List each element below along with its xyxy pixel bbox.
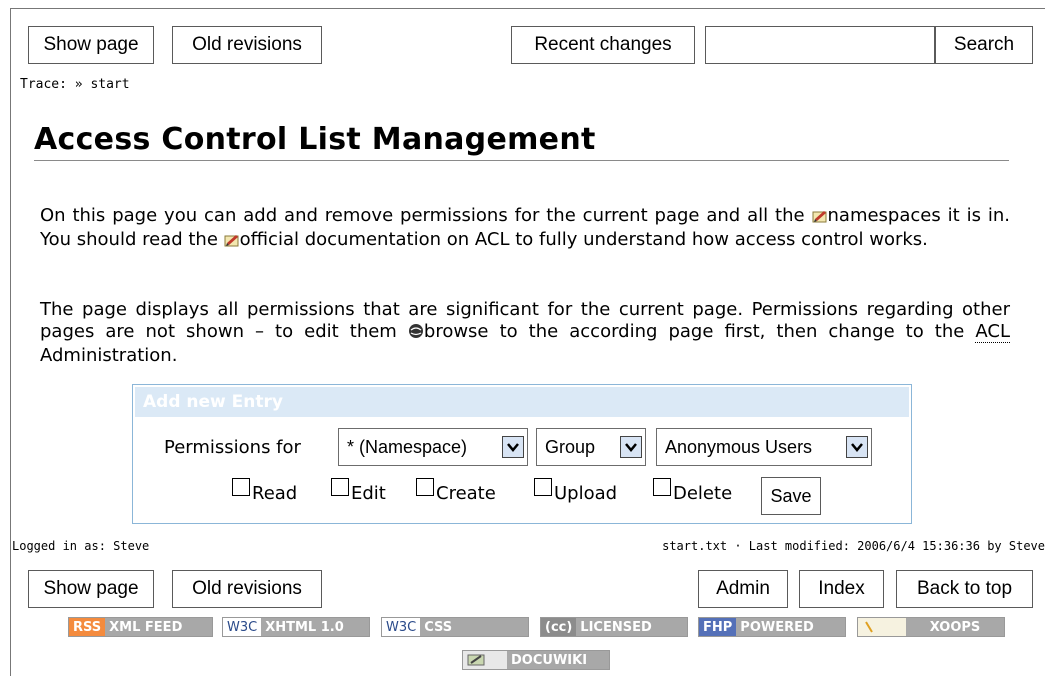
rss-feed-badge[interactable]: RSS XML FEED [68, 617, 213, 637]
old-revisions-button[interactable]: Old revisions [172, 26, 322, 64]
rss-badge-right: XML FEED [105, 618, 212, 636]
breadcrumb: Trace: » start [20, 77, 130, 92]
index-button[interactable]: Index [799, 570, 884, 608]
dokuwiki-badge-right: DOCUWIKI [507, 651, 609, 669]
bottom-old-revisions-button[interactable]: Old revisions [172, 570, 322, 608]
php-powered-badge[interactable]: FHP POWERED [698, 617, 846, 637]
upload-checkbox-label: Upload [554, 483, 618, 504]
info-text-3: Administration. [40, 345, 178, 366]
search-button[interactable]: Search [935, 26, 1033, 64]
css-badge-right: CSS [420, 618, 528, 636]
read-checkbox[interactable] [232, 478, 250, 496]
xoops-badge[interactable]: XOOPS [857, 617, 1005, 637]
logged-in-status: Logged in as: Steve [12, 539, 150, 553]
chevron-down-icon[interactable] [846, 436, 868, 458]
php-badge-right: POWERED [736, 618, 845, 636]
type-select-value: Group [545, 436, 596, 457]
back-to-top-button[interactable]: Back to top [896, 570, 1033, 608]
xoops-logo-icon [865, 621, 873, 633]
permissions-for-label: Permissions for [164, 437, 301, 458]
info-paragraph: The page displays all permissions that a… [40, 299, 1010, 367]
save-button[interactable]: Save [761, 477, 821, 515]
show-page-button[interactable]: Show page [28, 26, 154, 64]
delete-checkbox[interactable] [653, 478, 671, 496]
create-checkbox-label: Create [436, 483, 496, 504]
cc-badge-left: (cc) [541, 618, 577, 636]
delete-checkbox-label: Delete [673, 483, 733, 504]
scope-select-value: * (Namespace) [347, 436, 468, 457]
edit-checkbox[interactable] [331, 478, 349, 496]
css-badge-left: W3C [382, 618, 421, 636]
intro-text-1: On this page you can add and remove perm… [40, 205, 805, 226]
intro-paragraph: On this page you can add and remove perm… [40, 205, 1010, 253]
create-checkbox[interactable] [416, 478, 434, 496]
rss-badge-left: RSS [69, 618, 106, 636]
recent-changes-button[interactable]: Recent changes [511, 26, 695, 64]
xhtml-badge[interactable]: W3C XHTML 1.0 [222, 617, 370, 637]
page-title: Access Control List Management [34, 122, 596, 157]
cc-licensed-badge[interactable]: (cc) LICENSED [540, 617, 688, 637]
xoops-badge-left [858, 618, 906, 636]
upload-checkbox[interactable] [534, 478, 552, 496]
php-badge-left: FHP [699, 618, 737, 636]
xhtml-badge-left: W3C [223, 618, 262, 636]
namespaces-link[interactable]: namespaces [828, 205, 941, 226]
admin-button[interactable]: Admin [698, 570, 788, 608]
breadcrumb-separator: » [74, 77, 83, 92]
add-entry-heading: Add new Entry [135, 387, 909, 417]
scope-select[interactable]: * (Namespace) [338, 428, 528, 466]
wiki-link-icon [224, 231, 240, 253]
title-divider [34, 160, 1009, 161]
intro-text-3: to fully understand how access control w… [515, 229, 928, 250]
globe-icon [408, 323, 424, 345]
browse-link[interactable]: browse [424, 321, 489, 342]
who-select[interactable]: Anonymous Users [656, 428, 872, 466]
chevron-down-icon[interactable] [502, 436, 524, 458]
xoops-badge-right: XOOPS [906, 618, 1004, 636]
chevron-down-icon[interactable] [620, 436, 642, 458]
dokuwiki-badge[interactable]: DOCUWIKI [462, 650, 610, 670]
info-text-2: to the according page first, then change… [499, 321, 965, 342]
bottom-show-page-button[interactable]: Show page [28, 570, 154, 608]
xhtml-badge-right: XHTML 1.0 [261, 618, 369, 636]
edit-checkbox-label: Edit [351, 483, 386, 504]
dokuwiki-badge-left [463, 651, 507, 669]
wiki-link-icon [812, 207, 828, 229]
breadcrumb-label: Trace: [20, 77, 67, 92]
read-checkbox-label: Read [252, 483, 298, 504]
search-input[interactable] [705, 26, 935, 64]
who-select-value: Anonymous Users [665, 436, 813, 457]
breadcrumb-start-link[interactable]: start [90, 77, 129, 92]
last-modified-info: start.txt · Last modified: 2006/6/4 15:3… [662, 539, 1045, 553]
type-select[interactable]: Group [536, 428, 646, 466]
official-docs-link[interactable]: official documentation on ACL [240, 229, 510, 250]
css-badge[interactable]: W3C CSS [381, 617, 529, 637]
acl-abbreviation: ACL [975, 321, 1010, 343]
dokuwiki-logo-icon [467, 654, 485, 666]
cc-badge-right: LICENSED [576, 618, 687, 636]
